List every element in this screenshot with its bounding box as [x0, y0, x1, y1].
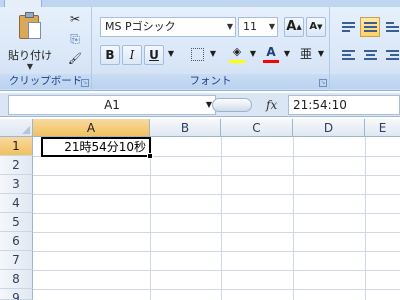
clipboard-group-label: クリップボード — [0, 74, 91, 89]
gridline — [33, 194, 400, 195]
fill-handle[interactable] — [147, 153, 153, 159]
gridline — [33, 270, 400, 271]
formula-controls: fx — [212, 95, 286, 115]
shrink-font-button[interactable]: A▼ — [306, 17, 326, 37]
underline-button[interactable]: U — [144, 45, 164, 65]
gridline — [365, 137, 366, 300]
name-box[interactable]: A1 ▼ — [8, 95, 216, 115]
font-color-swatch — [263, 60, 279, 63]
row-header-3[interactable]: 3 — [0, 175, 33, 194]
paint-bucket-icon: ◈ — [232, 45, 242, 58]
fill-color-swatch — [229, 60, 245, 63]
gridline — [293, 137, 294, 300]
shrink-font-label: A — [309, 21, 318, 32]
font-size-combo[interactable]: 11 ▼ — [238, 17, 278, 37]
clipboard-launcher-icon[interactable]: ↘ — [81, 79, 89, 87]
phonetic-label: 亜 — [299, 47, 312, 61]
grow-font-button[interactable]: A▲ — [284, 17, 304, 37]
font-group-title: フォント — [189, 75, 232, 87]
alignment-group-label — [330, 74, 400, 89]
select-all-button[interactable] — [0, 119, 33, 137]
phonetic-button[interactable]: 亜 — [296, 45, 316, 65]
worksheet-grid: A B C D E 1 2 3 4 5 6 7 8 9 21時54分10秒 — [0, 119, 400, 300]
font-group-label: フォント — [92, 74, 329, 89]
gridline — [33, 251, 400, 252]
align-bottom-icon — [386, 22, 399, 34]
clipboard-group: 貼り付け ▼ ✂ ⎘ 🖌 クリップボード ↘ — [0, 7, 92, 91]
chevron-down-icon[interactable]: ▼ — [227, 18, 233, 36]
alignment-group — [330, 7, 400, 91]
borders-icon — [190, 48, 204, 61]
gridline — [150, 137, 151, 300]
row-header-1[interactable]: 1 — [0, 137, 33, 156]
align-middle-icon — [364, 22, 377, 34]
formula-input[interactable]: 21:54:10 — [288, 95, 400, 115]
align-top-icon — [342, 22, 355, 34]
ribbon: 貼り付け ▼ ✂ ⎘ 🖌 クリップボード ↘ MS Pゴシック ▼ 11 ▼ A… — [0, 0, 400, 91]
align-center-icon — [364, 50, 377, 62]
copy-icon[interactable]: ⎘ — [66, 31, 84, 47]
align-left-button[interactable] — [338, 45, 358, 65]
chevron-down-icon[interactable]: ▼ — [248, 45, 258, 65]
paste-button[interactable]: 貼り付け ▼ — [6, 11, 54, 71]
paste-icon — [17, 11, 43, 41]
font-launcher-icon[interactable]: ↘ — [319, 79, 327, 87]
bold-button[interactable]: B — [100, 45, 120, 65]
format-painter-icon[interactable]: 🖌 — [66, 51, 84, 67]
font-name-value: MS Pゴシック — [105, 20, 176, 33]
chevron-down-icon[interactable]: ▼ — [282, 45, 292, 65]
column-header-b[interactable]: B — [150, 119, 221, 137]
align-middle-button[interactable] — [360, 17, 380, 37]
font-group: MS Pゴシック ▼ 11 ▼ A▲ A▼ B I U ▼ ▼ ◈ ▼ A ▼ — [92, 7, 330, 91]
align-center-button[interactable] — [360, 45, 380, 65]
font-size-value: 11 — [243, 20, 257, 33]
font-name-combo[interactable]: MS Pゴシック ▼ — [100, 17, 236, 37]
row-header-4[interactable]: 4 — [0, 194, 33, 213]
gridline — [33, 232, 400, 233]
align-top-button[interactable] — [338, 17, 358, 37]
insert-function-button[interactable]: fx — [266, 95, 277, 115]
row-header-9[interactable]: 9 — [0, 289, 33, 300]
name-box-value: A1 — [104, 98, 120, 112]
column-header-e[interactable]: E — [365, 119, 400, 137]
row-header-5[interactable]: 5 — [0, 213, 33, 232]
column-header-a[interactable]: A — [33, 119, 150, 137]
gridline — [221, 137, 222, 300]
font-color-button[interactable]: A — [260, 45, 282, 65]
align-right-icon — [386, 50, 399, 62]
clipboard-group-title: クリップボード — [8, 75, 83, 87]
chevron-down-icon[interactable]: ▼ — [316, 45, 326, 65]
borders-button[interactable] — [186, 45, 208, 65]
chevron-down-icon[interactable]: ▼ — [166, 45, 176, 65]
column-header-c[interactable]: C — [221, 119, 293, 137]
gridline — [33, 213, 400, 214]
align-left-icon — [342, 50, 355, 62]
column-header-d[interactable]: D — [293, 119, 365, 137]
font-color-label: A — [266, 45, 276, 59]
paste-label: 貼り付け — [8, 49, 52, 62]
row-header-6[interactable]: 6 — [0, 232, 33, 251]
cell-a1[interactable]: 21時54分10秒 — [41, 137, 151, 157]
chevron-down-icon[interactable]: ▼ — [208, 45, 218, 65]
formula-bar-splitter[interactable] — [212, 98, 252, 112]
tab-home[interactable] — [4, 0, 42, 7]
gridline — [33, 289, 400, 290]
fill-color-button[interactable]: ◈ — [226, 45, 248, 65]
align-right-button[interactable] — [382, 45, 400, 65]
ribbon-tab-strip — [0, 0, 400, 7]
chevron-down-icon[interactable]: ▼ — [269, 18, 275, 36]
align-bottom-button[interactable] — [382, 17, 400, 37]
grow-font-label: A — [286, 19, 297, 34]
cut-icon[interactable]: ✂ — [66, 11, 84, 27]
italic-button[interactable]: I — [122, 45, 142, 65]
formula-bar: A1 ▼ fx 21:54:10 — [0, 93, 400, 117]
row-header-2[interactable]: 2 — [0, 156, 33, 175]
row-header-7[interactable]: 7 — [0, 251, 33, 270]
row-header-8[interactable]: 8 — [0, 270, 33, 289]
chevron-down-icon[interactable]: ▼ — [6, 63, 54, 71]
gridline — [33, 175, 400, 176]
